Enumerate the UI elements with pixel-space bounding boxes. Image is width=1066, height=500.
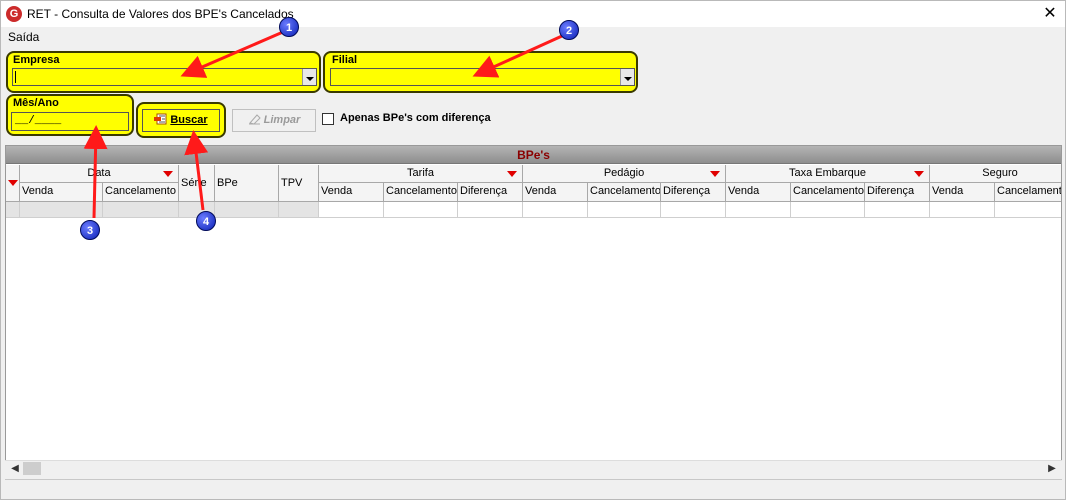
table-cell[interactable] — [384, 202, 458, 218]
header-data-label: Data — [87, 167, 111, 179]
header-pedagio-diferenca[interactable]: Diferença — [661, 183, 726, 202]
header-tarifa-diferenca[interactable]: Diferença — [458, 183, 523, 202]
header-pedagio-label: Pedágio — [603, 167, 645, 179]
buscar-button-label: Buscar — [170, 114, 208, 126]
app-logo-icon: G — [6, 6, 22, 22]
header-seguro[interactable]: Seguro — [930, 165, 1061, 183]
close-button[interactable]: ✕ — [1035, 1, 1065, 27]
sort-indicator-icon[interactable] — [163, 171, 173, 177]
table-cell[interactable] — [319, 202, 384, 218]
table-cell[interactable] — [215, 202, 279, 218]
header-seguro-venda[interactable]: Venda — [930, 183, 995, 202]
apenas-diferenca-checkbox[interactable] — [322, 113, 334, 125]
table-cell[interactable] — [726, 202, 791, 218]
table-cell[interactable] — [588, 202, 661, 218]
sort-indicator-icon[interactable] — [914, 171, 924, 177]
header-tarifa-venda[interactable]: Venda — [319, 183, 384, 202]
header-pedagio-cancelamento[interactable]: Cancelamento — [588, 183, 661, 202]
horizontal-scrollbar[interactable]: ◀ ▶ — [5, 460, 1062, 476]
scrollbar-thumb[interactable] — [23, 462, 41, 475]
annotation-marker-1: 1 — [279, 17, 299, 37]
sort-indicator-icon[interactable] — [507, 171, 517, 177]
apenas-diferenca-label: Apenas BPe's com diferença — [340, 112, 491, 124]
menu-item-saida[interactable]: Saída — [8, 30, 39, 44]
header-data[interactable]: Data — [20, 165, 179, 183]
table-cell[interactable] — [103, 202, 179, 218]
header-pedagio[interactable]: Pedágio — [523, 165, 726, 183]
mes-ano-input[interactable]: __/____ — [11, 112, 129, 131]
table-cell[interactable] — [791, 202, 865, 218]
empresa-label: Empresa — [13, 54, 60, 66]
limpar-button-label: Limpar — [263, 114, 301, 126]
header-serie[interactable]: Série — [179, 165, 215, 202]
header-taxa-diferenca[interactable]: Diferença — [865, 183, 930, 202]
header-seguro-cancelamento[interactable]: Cancelamento — [995, 183, 1061, 202]
header-data-venda[interactable]: Venda — [20, 183, 103, 202]
chevron-down-icon[interactable] — [302, 69, 316, 85]
status-bar — [5, 479, 1062, 497]
table-cell[interactable] — [523, 202, 588, 218]
buscar-button[interactable]: Buscar — [142, 109, 220, 132]
table-cell[interactable] — [661, 202, 726, 218]
table-cell[interactable] — [995, 202, 1061, 218]
header-tpv[interactable]: TPV — [279, 165, 319, 202]
main-window: G RET - Consulta de Valores dos BPE's Ca… — [0, 0, 1066, 500]
header-pedagio-venda[interactable]: Venda — [523, 183, 588, 202]
mes-ano-label: Mês/Ano — [13, 97, 59, 109]
text-caret — [15, 71, 16, 83]
header-tarifa[interactable]: Tarifa — [319, 165, 523, 183]
table-cell[interactable] — [930, 202, 995, 218]
filial-label: Filial — [332, 54, 358, 66]
table-cell[interactable] — [279, 202, 319, 218]
title-bar: G RET - Consulta de Valores dos BPE's Ca… — [1, 1, 1065, 27]
bpes-grid[interactable]: BPe's Data Venda Cancelamento Série BPe … — [5, 145, 1062, 476]
header-bpe[interactable]: BPe — [215, 165, 279, 202]
scroll-left-icon[interactable]: ◀ — [7, 462, 23, 476]
grid-title: BPe's — [6, 146, 1061, 164]
header-taxa-embarque[interactable]: Taxa Embarque — [726, 165, 930, 183]
annotation-marker-2: 2 — [559, 20, 579, 40]
header-tarifa-cancelamento[interactable]: Cancelamento — [384, 183, 458, 202]
header-tarifa-label: Tarifa — [407, 167, 434, 179]
limpar-button[interactable]: Limpar — [232, 109, 316, 132]
eraser-icon — [248, 114, 261, 125]
header-data-cancelamento[interactable]: Cancelamento — [103, 183, 179, 202]
table-cell[interactable] — [458, 202, 523, 218]
annotation-marker-4: 4 — [196, 211, 216, 231]
menu-bar: Saída — [1, 27, 1065, 46]
table-cell[interactable] — [20, 202, 103, 218]
sort-indicator-icon[interactable] — [710, 171, 720, 177]
table-cell — [6, 202, 20, 218]
search-document-icon — [154, 113, 167, 125]
empresa-combobox[interactable] — [12, 68, 317, 86]
sort-indicator-icon[interactable] — [8, 180, 18, 186]
window-title: RET - Consulta de Valores dos BPE's Canc… — [27, 7, 294, 21]
header-taxa-cancelamento[interactable]: Cancelamento — [791, 183, 865, 202]
indicator-header — [6, 165, 20, 202]
table-cell[interactable] — [865, 202, 930, 218]
header-taxa-venda[interactable]: Venda — [726, 183, 791, 202]
header-seguro-label: Seguro — [982, 167, 1018, 179]
chevron-down-icon[interactable] — [620, 69, 634, 85]
annotation-marker-3: 3 — [80, 220, 100, 240]
header-taxa-embarque-label: Taxa Embarque — [788, 167, 867, 179]
filial-combobox[interactable] — [330, 68, 635, 86]
scroll-right-icon[interactable]: ▶ — [1044, 462, 1060, 476]
